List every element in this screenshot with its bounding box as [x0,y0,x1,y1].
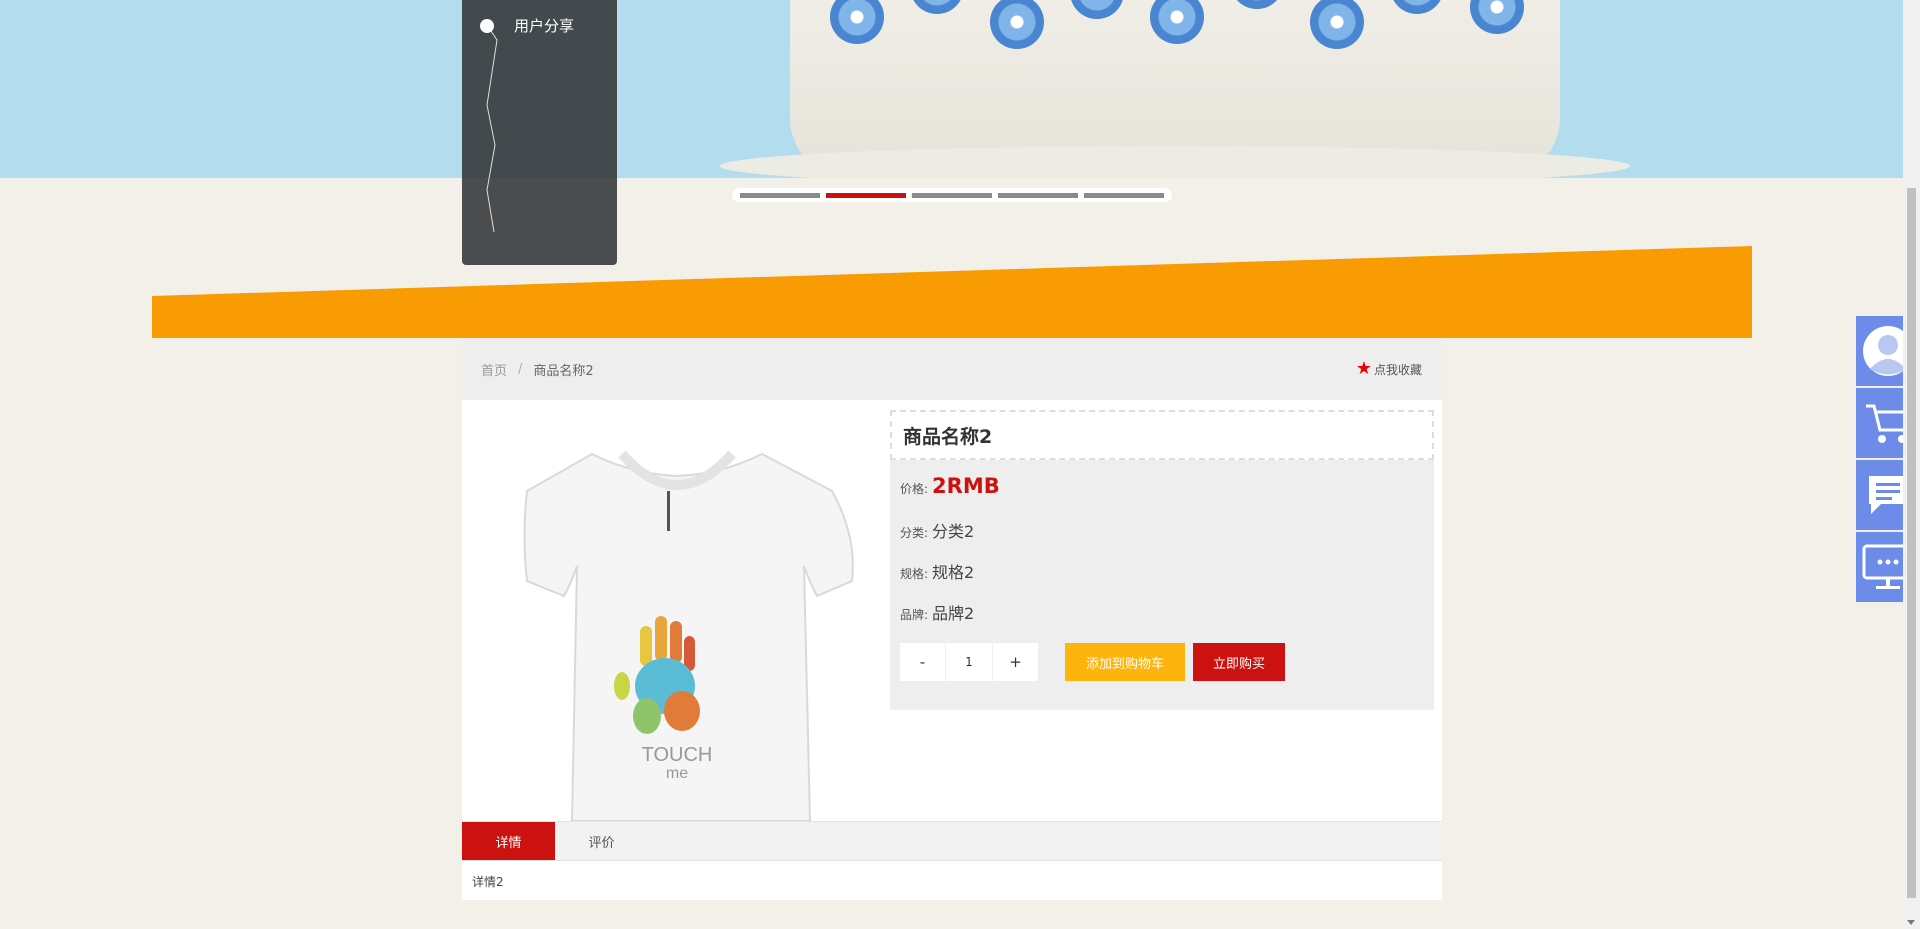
category-row: 分类: 分类2 [900,518,974,542]
carousel-dot[interactable] [998,192,1078,198]
add-to-cart-button[interactable]: 添加到购物车 [1065,643,1185,681]
orange-ribbon [152,246,1752,338]
brand-row: 品牌: 品牌2 [900,600,974,624]
quantity-increase-button[interactable]: + [993,643,1038,681]
spec-row: 规格: 规格2 [900,559,974,583]
carousel-dot[interactable] [1084,192,1164,198]
tab-content: 详情2 [472,875,504,889]
price-label: 价格: [900,482,929,496]
shirt-text: TOUCH [642,744,713,766]
product-tabs: 详情 评价 [462,821,1442,861]
tab-reviews[interactable]: 评价 [555,822,648,860]
favorite-label: 点我收藏 [1373,362,1422,377]
breadcrumb-separator: / [518,361,523,377]
star-icon: ★ [1355,358,1372,379]
nav-bullet-icon [480,18,494,33]
breadcrumb-home-link[interactable]: 首页 [481,360,507,379]
favorite-button[interactable]: ★ 点我收藏 [1356,360,1422,378]
tab-details[interactable]: 详情 [462,822,555,860]
price-row: 价格: 2RMB [900,474,1000,498]
brand-label: 品牌: [900,608,929,622]
spec-value: 规格2 [932,563,975,582]
spec-label: 规格: [900,567,929,581]
breadcrumb-current: 商品名称2 [533,363,594,379]
svg-text:me: me [666,765,688,782]
nav-item-label: 用户分享 [514,17,575,35]
price-value: 2RMB [932,474,1000,498]
side-nav-panel: 用户分享 [462,0,617,265]
carousel-dot-active[interactable] [826,192,906,198]
product-title: 商品名称2 [890,410,1434,460]
breadcrumb: 首页 / 商品名称2 ★ 点我收藏 [462,338,1442,400]
scrollbar-thumb[interactable] [1907,188,1916,898]
quantity-stepper: - 1 + [900,643,1038,681]
brand-value: 品牌2 [932,604,975,623]
nav-line-decoration [486,24,498,233]
quantity-input[interactable]: 1 [945,643,993,681]
product-image: TOUCH me [472,416,882,828]
carousel-dot[interactable] [912,192,992,198]
page-scrollbar[interactable] [1903,0,1920,929]
category-label: 分类: [900,526,929,540]
category-value: 分类2 [932,522,975,541]
product-info-panel: 商品名称2 价格: 2RMB 分类: 分类2 规格: 规格2 品牌: 品牌2 -… [890,410,1434,710]
scroll-down-icon[interactable] [1907,920,1915,925]
quantity-decrease-button[interactable]: - [900,643,945,681]
carousel-dot[interactable] [740,192,820,198]
carousel-indicators [732,188,1172,202]
buy-now-button[interactable]: 立即购买 [1193,643,1285,681]
hero-banner [0,0,1903,178]
product-container: 首页 / 商品名称2 ★ 点我收藏 TOUCH me 商品名称2 价格: 2RM… [462,338,1442,900]
nav-item-user-share[interactable]: 用户分享 [480,15,574,36]
cake-image [720,0,1630,178]
